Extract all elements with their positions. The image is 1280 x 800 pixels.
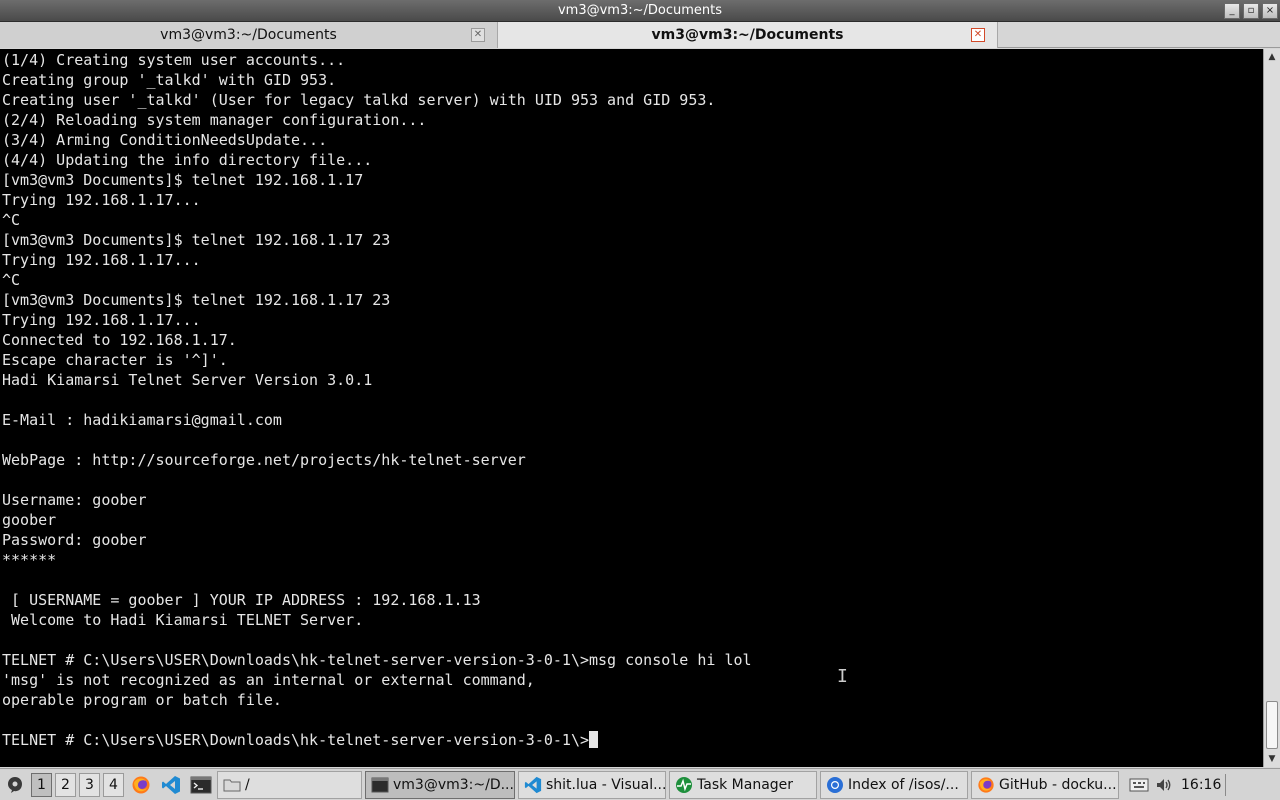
terminal-line: [vm3@vm3 Documents]$ telnet 192.168.1.17… (2, 231, 391, 249)
task-task-manager[interactable]: Task Manager (669, 770, 817, 799)
terminal-icon (190, 776, 212, 793)
task-label: GitHub - docku... (999, 776, 1117, 793)
text-cursor-icon: I (837, 666, 848, 687)
scroll-up-icon[interactable]: ▲ (1266, 50, 1278, 64)
terminal-line: (1/4) Creating system user accounts... (2, 51, 346, 69)
terminal-line: Password: goober (2, 531, 147, 549)
tab-label: vm3@vm3:~/Documents (160, 27, 337, 43)
task-terminal[interactable]: vm3@vm3:~/D... (365, 770, 515, 799)
task-chromium[interactable]: Index of /isos/... (820, 770, 968, 799)
terminal-line: Connected to 192.168.1.17. (2, 331, 237, 349)
tab-close-icon[interactable]: ✕ (971, 28, 985, 42)
task-label: / (245, 776, 250, 793)
terminal-line: Creating user '_talkd' (User for legacy … (2, 91, 716, 109)
terminal-line: E-Mail : hadikiamarsi@gmail.com (2, 411, 282, 429)
scrollbar-thumb[interactable] (1266, 701, 1278, 749)
task-manager-icon (675, 776, 693, 794)
terminal-line: [vm3@vm3 Documents]$ telnet 192.168.1.17… (2, 291, 391, 309)
terminal-line: ^C (2, 271, 21, 289)
minimize-button[interactable]: _ (1224, 3, 1240, 19)
task-label: Index of /isos/... (848, 776, 959, 793)
terminal-line: [ USERNAME = goober ] YOUR IP ADDRESS : … (2, 591, 481, 609)
task-label: Task Manager (697, 776, 794, 793)
terminal-line: TELNET # C:\Users\USER\Downloads\hk-teln… (2, 651, 752, 669)
tab-terminal-1[interactable]: vm3@vm3:~/Documents ✕ (0, 22, 498, 48)
task-label: vm3@vm3:~/D... (393, 776, 514, 793)
start-menu-icon (8, 776, 22, 793)
terminal-line: Trying 192.168.1.17... (2, 311, 201, 329)
terminal-line: Welcome to Hadi Kiamarsi TELNET Server. (2, 611, 364, 629)
terminal-line: Username: goober (2, 491, 147, 509)
terminal-output[interactable]: (1/4) Creating system user accounts... Cr… (0, 49, 1263, 767)
terminal-cursor (589, 731, 598, 748)
terminal-line: operable program or batch file. (2, 691, 282, 709)
vscode-icon (162, 775, 180, 794)
terminal-line: Hadi Kiamarsi Telnet Server Version 3.0.… (2, 371, 373, 389)
terminal-line: WebPage : http://sourceforge.net/project… (2, 451, 526, 469)
terminal-line: (2/4) Reloading system manager configura… (2, 111, 427, 129)
launcher-vscode[interactable] (158, 771, 184, 799)
terminal-line: 'msg' is not recognized as an internal o… (2, 671, 535, 689)
folder-icon (223, 776, 241, 794)
terminal-line: (4/4) Updating the info directory file..… (2, 151, 373, 169)
workspace-1[interactable]: 1 (31, 772, 52, 797)
system-tray: 16:16 (1125, 773, 1239, 796)
terminal-line: (3/4) Arming ConditionNeedsUpdate... (2, 131, 328, 149)
window-titlebar[interactable]: vm3@vm3:~/Documents _ ▫ × (0, 0, 1280, 22)
terminal-line: Trying 192.168.1.17... (2, 251, 201, 269)
chromium-icon (826, 776, 844, 794)
task-label: shit.lua - Visual... (546, 776, 666, 793)
taskbar: 1 2 3 4 / vm3@vm3:~/D... shit.lua - Visu… (0, 768, 1280, 800)
firefox-icon (132, 776, 150, 793)
window-title: vm3@vm3:~/Documents (557, 3, 723, 18)
workspace-2[interactable]: 2 (55, 772, 76, 797)
launcher-firefox[interactable] (128, 771, 154, 799)
tab-close-icon[interactable]: ✕ (471, 28, 485, 42)
terminal-line: ****** (2, 551, 57, 569)
terminal-line: Escape character is '^]'. (2, 351, 228, 369)
terminal-line: Trying 192.168.1.17... (2, 191, 201, 209)
show-desktop-button[interactable] (1225, 773, 1239, 796)
close-button[interactable]: × (1262, 3, 1278, 19)
firefox-icon (977, 776, 995, 794)
tab-label: vm3@vm3:~/Documents (651, 27, 844, 43)
tab-terminal-2[interactable]: vm3@vm3:~/Documents ✕ (498, 22, 998, 48)
task-firefox[interactable]: GitHub - docku... (971, 770, 1119, 799)
task-file-manager[interactable]: / (217, 770, 362, 799)
tab-bar: vm3@vm3:~/Documents ✕ vm3@vm3:~/Document… (0, 22, 1280, 48)
terminal-line: Creating group '_talkd' with GID 953. (2, 71, 337, 89)
vscode-icon (524, 776, 542, 794)
terminal-scrollbar[interactable]: ▲ ▼ (1263, 49, 1280, 767)
task-vscode[interactable]: shit.lua - Visual... (518, 770, 666, 799)
volume-icon[interactable] (1153, 774, 1175, 796)
workspace-3[interactable]: 3 (79, 772, 100, 797)
window-controls: _ ▫ × (1224, 3, 1278, 19)
terminal-line: TELNET # C:\Users\USER\Downloads\hk-teln… (2, 730, 1263, 750)
terminal-line: ^C (2, 211, 21, 229)
keyboard-icon[interactable] (1128, 774, 1150, 796)
workspace-4[interactable]: 4 (103, 772, 124, 797)
scroll-down-icon[interactable]: ▼ (1266, 752, 1278, 766)
terminal-lines: (1/4) Creating system user accounts... Cr… (0, 49, 1263, 750)
terminal-line: [vm3@vm3 Documents]$ telnet 192.168.1.17 (2, 171, 364, 189)
maximize-button[interactable]: ▫ (1243, 3, 1259, 19)
terminal-icon (371, 776, 389, 794)
clock[interactable]: 16:16 (1181, 777, 1221, 793)
start-menu-button[interactable] (2, 771, 28, 799)
terminal-line: goober (2, 511, 57, 529)
launcher-terminal[interactable] (188, 771, 214, 799)
